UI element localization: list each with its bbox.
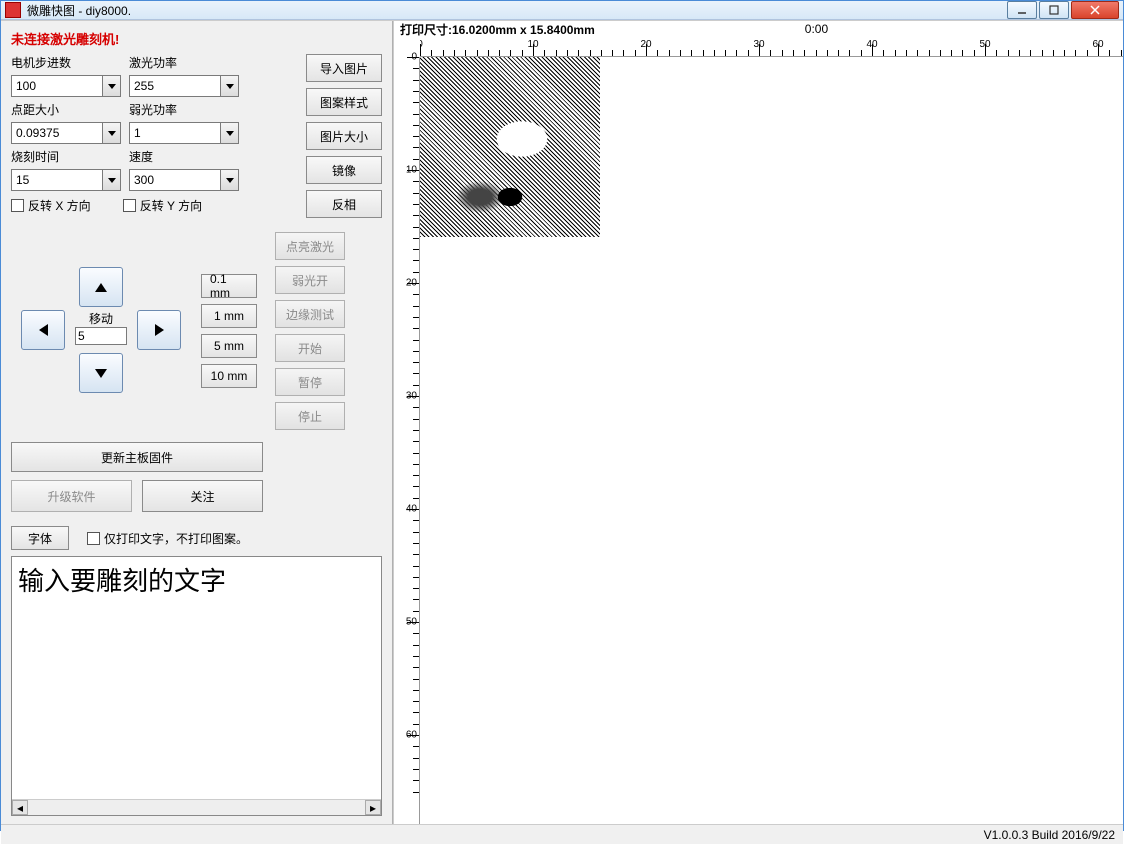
dot-dist-input[interactable]	[12, 123, 102, 143]
flip-y-label: 反转 Y 方向	[140, 197, 202, 214]
close-button[interactable]	[1071, 1, 1119, 19]
upgrade-software-button[interactable]: 升级软件	[11, 480, 132, 512]
motor-steps-input[interactable]	[12, 76, 102, 96]
pause-button[interactable]: 暂停	[275, 368, 345, 396]
speed-input[interactable]	[130, 170, 220, 190]
dot-dist-label: 点距大小	[11, 101, 121, 118]
window-title: 微雕快图 - diy8000.	[27, 2, 1007, 19]
flip-x-label: 反转 X 方向	[28, 197, 91, 214]
invert-button[interactable]: 反相	[306, 190, 382, 218]
font-button[interactable]: 字体	[11, 526, 69, 550]
canvas-area[interactable]	[420, 57, 1123, 824]
connection-warning: 未连接激光雕刻机!	[11, 29, 382, 48]
move-right-button[interactable]	[137, 310, 181, 350]
weak-on-button[interactable]: 弱光开	[275, 266, 345, 294]
flip-y-checkbox[interactable]: 反转 Y 方向	[123, 197, 202, 214]
start-button[interactable]: 开始	[275, 334, 345, 362]
move-left-button[interactable]	[21, 310, 65, 350]
chevron-down-icon[interactable]	[220, 170, 238, 190]
move-distance-input[interactable]	[75, 327, 127, 345]
app-icon	[5, 2, 21, 18]
step-10mm-button[interactable]: 10 mm	[201, 364, 257, 388]
window-controls	[1007, 1, 1119, 19]
chevron-down-icon[interactable]	[102, 76, 120, 96]
motor-steps-label: 电机步进数	[11, 54, 121, 71]
move-down-button[interactable]	[79, 353, 123, 393]
burn-time-label: 烧刻时间	[11, 148, 121, 165]
chevron-down-icon[interactable]	[102, 123, 120, 143]
main-row: 未连接激光雕刻机! 电机步进数 激光功率 点距大小 弱光功率 烧刻时	[1, 21, 1123, 824]
dot-dist-combo[interactable]	[11, 122, 121, 144]
edge-test-button[interactable]: 边缘测试	[275, 300, 345, 328]
burn-time-input[interactable]	[12, 170, 102, 190]
version-label: V1.0.0.3 Build 2016/9/22	[984, 828, 1115, 842]
preview-image	[420, 57, 600, 237]
laser-power-input[interactable]	[130, 76, 220, 96]
scroll-track[interactable]	[28, 800, 365, 815]
ruler-vertical: 0102030405060	[394, 57, 420, 824]
move-dpad: 移动	[11, 267, 191, 395]
titlebar: 微雕快图 - diy8000.	[1, 1, 1123, 20]
step-01mm-button[interactable]: 0.1 mm	[201, 274, 257, 298]
laser-column: 点亮激光 弱光开 边缘测试 开始 暂停 停止	[275, 232, 345, 430]
follow-button[interactable]: 关注	[142, 480, 263, 512]
minimize-button[interactable]	[1007, 1, 1037, 19]
horizontal-scrollbar[interactable]: ◂ ▸	[12, 799, 381, 815]
update-firmware-button[interactable]: 更新主板固件	[11, 442, 263, 472]
laser-on-button[interactable]: 点亮激光	[275, 232, 345, 260]
image-size-button[interactable]: 图片大小	[306, 122, 382, 150]
canvas-panel: 打印尺寸:16.0200mm x 15.8400mm 0:00 01020304…	[393, 21, 1123, 824]
scroll-right-icon[interactable]: ▸	[365, 800, 381, 815]
flip-x-checkbox[interactable]: 反转 X 方向	[11, 197, 91, 214]
mirror-button[interactable]: 镜像	[306, 156, 382, 184]
maximize-button[interactable]	[1039, 1, 1069, 19]
ruler-horizontal: 0102030405060	[420, 37, 1123, 57]
weak-power-input[interactable]	[130, 123, 220, 143]
print-text-only-label: 仅打印文字，不打印图案。	[104, 530, 248, 547]
timer-label: 0:00	[805, 22, 828, 36]
weak-power-label: 弱光功率	[129, 101, 239, 118]
step-size-column: 0.1 mm 1 mm 5 mm 10 mm	[201, 274, 257, 388]
burn-time-combo[interactable]	[11, 169, 121, 191]
print-size-label: 打印尺寸:16.0200mm x 15.8400mm	[400, 21, 595, 38]
speed-combo[interactable]	[129, 169, 239, 191]
engrave-text-area: ◂ ▸	[11, 556, 382, 816]
status-bar: V1.0.0.3 Build 2016/9/22	[1, 824, 1123, 844]
app-window: 微雕快图 - diy8000. 未连接激光雕刻机! 电机步进数 激光功率	[0, 0, 1124, 831]
step-5mm-button[interactable]: 5 mm	[201, 334, 257, 358]
chevron-down-icon[interactable]	[220, 123, 238, 143]
chevron-down-icon[interactable]	[102, 170, 120, 190]
client-area: 未连接激光雕刻机! 电机步进数 激光功率 点距大小 弱光功率 烧刻时	[1, 20, 1123, 844]
left-panel: 未连接激光雕刻机! 电机步进数 激光功率 点距大小 弱光功率 烧刻时	[1, 21, 393, 824]
chevron-down-icon[interactable]	[220, 76, 238, 96]
scroll-left-icon[interactable]: ◂	[12, 800, 28, 815]
step-1mm-button[interactable]: 1 mm	[201, 304, 257, 328]
import-image-button[interactable]: 导入图片	[306, 54, 382, 82]
engrave-text-input[interactable]	[12, 557, 381, 799]
stop-button[interactable]: 停止	[275, 402, 345, 430]
move-up-button[interactable]	[79, 267, 123, 307]
motor-steps-combo[interactable]	[11, 75, 121, 97]
weak-power-combo[interactable]	[129, 122, 239, 144]
print-text-only-checkbox[interactable]: 仅打印文字，不打印图案。	[87, 530, 248, 547]
speed-label: 速度	[129, 148, 239, 165]
laser-power-label: 激光功率	[129, 54, 239, 71]
canvas-header: 打印尺寸:16.0200mm x 15.8400mm 0:00	[394, 21, 1123, 37]
laser-power-combo[interactable]	[129, 75, 239, 97]
move-label: 移动	[71, 310, 131, 327]
pattern-style-button[interactable]: 图案样式	[306, 88, 382, 116]
